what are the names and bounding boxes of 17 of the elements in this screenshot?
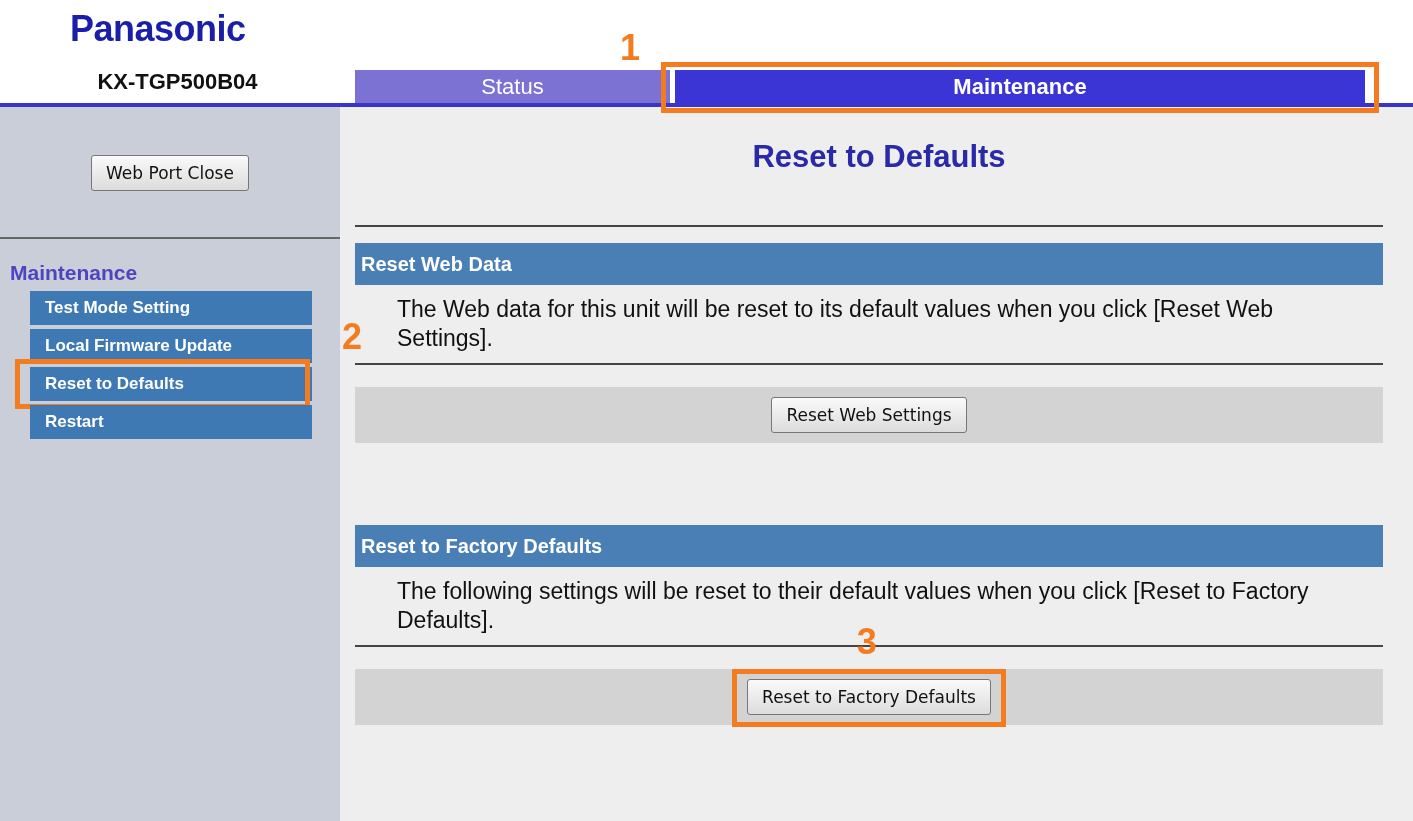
reset-button[interactable]: Reset Web Settings — [771, 397, 967, 433]
sidebar-heading: Maintenance — [9, 260, 139, 286]
web-port-close-button[interactable]: Web Port Close — [91, 155, 249, 191]
nav-tab[interactable]: Maintenance — [675, 70, 1365, 103]
brand-logo: Panasonic — [70, 8, 246, 50]
section-header: Reset to Factory Defaults — [355, 525, 1383, 567]
step-number: 2 — [342, 319, 363, 355]
reset-button[interactable]: Reset to Factory Defaults — [747, 679, 991, 715]
page-title: Reset to Defaults — [751, 138, 1007, 176]
section-header: Reset Web Data — [355, 243, 1383, 285]
section-description: The Web data for this unit will be reset to its default values when you click [Reset Web Settings]. — [397, 295, 1275, 353]
nav-tab[interactable]: Status — [355, 70, 670, 103]
sidebar-item[interactable]: Reset to Defaults — [30, 367, 312, 401]
step-number: 1 — [620, 30, 641, 66]
model-name: KX-TGP500B04 — [96, 69, 259, 96]
sidebar-item[interactable]: Test Mode Setting — [30, 291, 312, 325]
sidebar-item[interactable]: Restart — [30, 405, 312, 439]
